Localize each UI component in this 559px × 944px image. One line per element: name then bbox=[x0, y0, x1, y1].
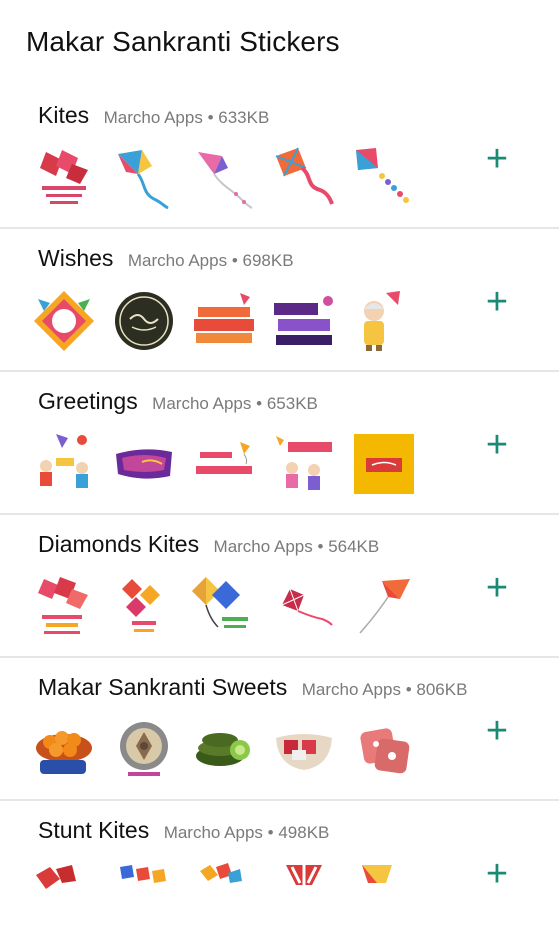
stunt-kite-yellow bbox=[352, 861, 416, 925]
pack-header: Kites Marcho Apps • 633KB bbox=[38, 102, 269, 129]
sticker-pack-wishes[interactable]: Wishes Marcho Apps • 698KB + bbox=[0, 229, 559, 372]
sweet-box bbox=[352, 718, 416, 782]
pack-header: Greetings Marcho Apps • 653KB bbox=[38, 388, 318, 415]
diamond-kite-yellow bbox=[192, 575, 256, 639]
add-pack-button[interactable]: + bbox=[481, 426, 513, 464]
sticker-preview-row bbox=[32, 718, 452, 784]
pack-meta: Marcho Apps • 498KB bbox=[163, 823, 330, 842]
kite-pink-sticker bbox=[192, 146, 256, 210]
wishes-kite-badge bbox=[32, 289, 96, 353]
sticker-preview-row bbox=[32, 861, 452, 927]
sweet-bowl bbox=[272, 718, 336, 782]
greetings-yellow-card bbox=[352, 432, 416, 496]
stunt-kite-stripes bbox=[272, 861, 336, 925]
sticker-pack-greetings[interactable]: Greetings Marcho Apps • 653KB + bbox=[0, 372, 559, 515]
greetings-kids bbox=[32, 432, 96, 496]
kite-cluster-sticker bbox=[32, 146, 96, 210]
stunt-kite-orange bbox=[192, 861, 256, 925]
diamond-kite-cluster bbox=[32, 575, 96, 639]
til-gud-plate bbox=[112, 718, 176, 782]
add-pack-button[interactable]: + bbox=[481, 283, 513, 321]
greetings-happy-uttarayan bbox=[192, 432, 256, 496]
pack-name: Greetings bbox=[38, 388, 138, 414]
wishes-happy-makar-purple bbox=[272, 289, 336, 353]
wishes-dark-circle bbox=[112, 289, 176, 353]
kite-blue-sticker bbox=[112, 146, 176, 210]
sweet-roll bbox=[192, 718, 256, 782]
pack-header: Diamonds Kites Marcho Apps • 564KB bbox=[38, 531, 379, 558]
pack-name: Makar Sankranti Sweets bbox=[38, 674, 288, 700]
page-title: Makar Sankranti Stickers bbox=[26, 26, 340, 57]
add-pack-button[interactable]: + bbox=[481, 140, 513, 178]
greetings-purple-brush bbox=[112, 432, 176, 496]
sticker-pack-sweets[interactable]: Makar Sankranti Sweets Marcho Apps • 806… bbox=[0, 658, 559, 801]
sticker-preview-row bbox=[32, 289, 452, 355]
pack-meta: Marcho Apps • 806KB bbox=[301, 680, 468, 699]
sticker-preview-row bbox=[32, 575, 452, 641]
pack-meta: Marcho Apps • 698KB bbox=[127, 251, 294, 270]
sticker-pack-kites[interactable]: Kites Marcho Apps • 633KB + bbox=[0, 86, 559, 229]
add-pack-button[interactable]: + bbox=[481, 712, 513, 750]
kite-tail-sticker bbox=[352, 146, 416, 210]
sticker-pack-diamonds-kites[interactable]: Diamonds Kites Marcho Apps • 564KB + bbox=[0, 515, 559, 658]
sticker-preview-row bbox=[32, 146, 452, 212]
pack-name: Stunt Kites bbox=[38, 817, 150, 843]
wishes-happy-makar bbox=[192, 289, 256, 353]
pack-meta: Marcho Apps • 653KB bbox=[152, 394, 318, 413]
sticker-pack-list: Kites Marcho Apps • 633KB + Wishes March… bbox=[0, 86, 559, 944]
diamond-kite-orange bbox=[352, 575, 416, 639]
add-pack-button[interactable]: + bbox=[481, 855, 513, 893]
diamond-kite-trio bbox=[112, 575, 176, 639]
pack-name: Diamonds Kites bbox=[38, 531, 200, 557]
pack-header: Makar Sankranti Sweets Marcho Apps • 806… bbox=[38, 674, 467, 701]
sticker-pack-stunt-kites[interactable]: Stunt Kites Marcho Apps • 498KB + bbox=[0, 801, 559, 944]
stunt-kite-blue bbox=[112, 861, 176, 925]
pack-header: Wishes Marcho Apps • 698KB bbox=[38, 245, 294, 272]
pack-meta: Marcho Apps • 564KB bbox=[213, 537, 380, 556]
pack-meta: Marcho Apps • 633KB bbox=[103, 108, 270, 127]
laddu-sticker bbox=[32, 718, 96, 782]
pack-name: Wishes bbox=[38, 245, 114, 271]
add-pack-button[interactable]: + bbox=[481, 569, 513, 607]
stunt-kite-red bbox=[32, 861, 96, 925]
pack-name: Kites bbox=[38, 102, 90, 128]
kite-red-sticker bbox=[272, 146, 336, 210]
pack-header: Stunt Kites Marcho Apps • 498KB bbox=[38, 817, 329, 844]
greetings-kids-banner bbox=[272, 432, 336, 496]
wishes-old-man bbox=[352, 289, 416, 353]
sticker-preview-row bbox=[32, 432, 452, 498]
diamond-kite-red bbox=[272, 575, 336, 639]
